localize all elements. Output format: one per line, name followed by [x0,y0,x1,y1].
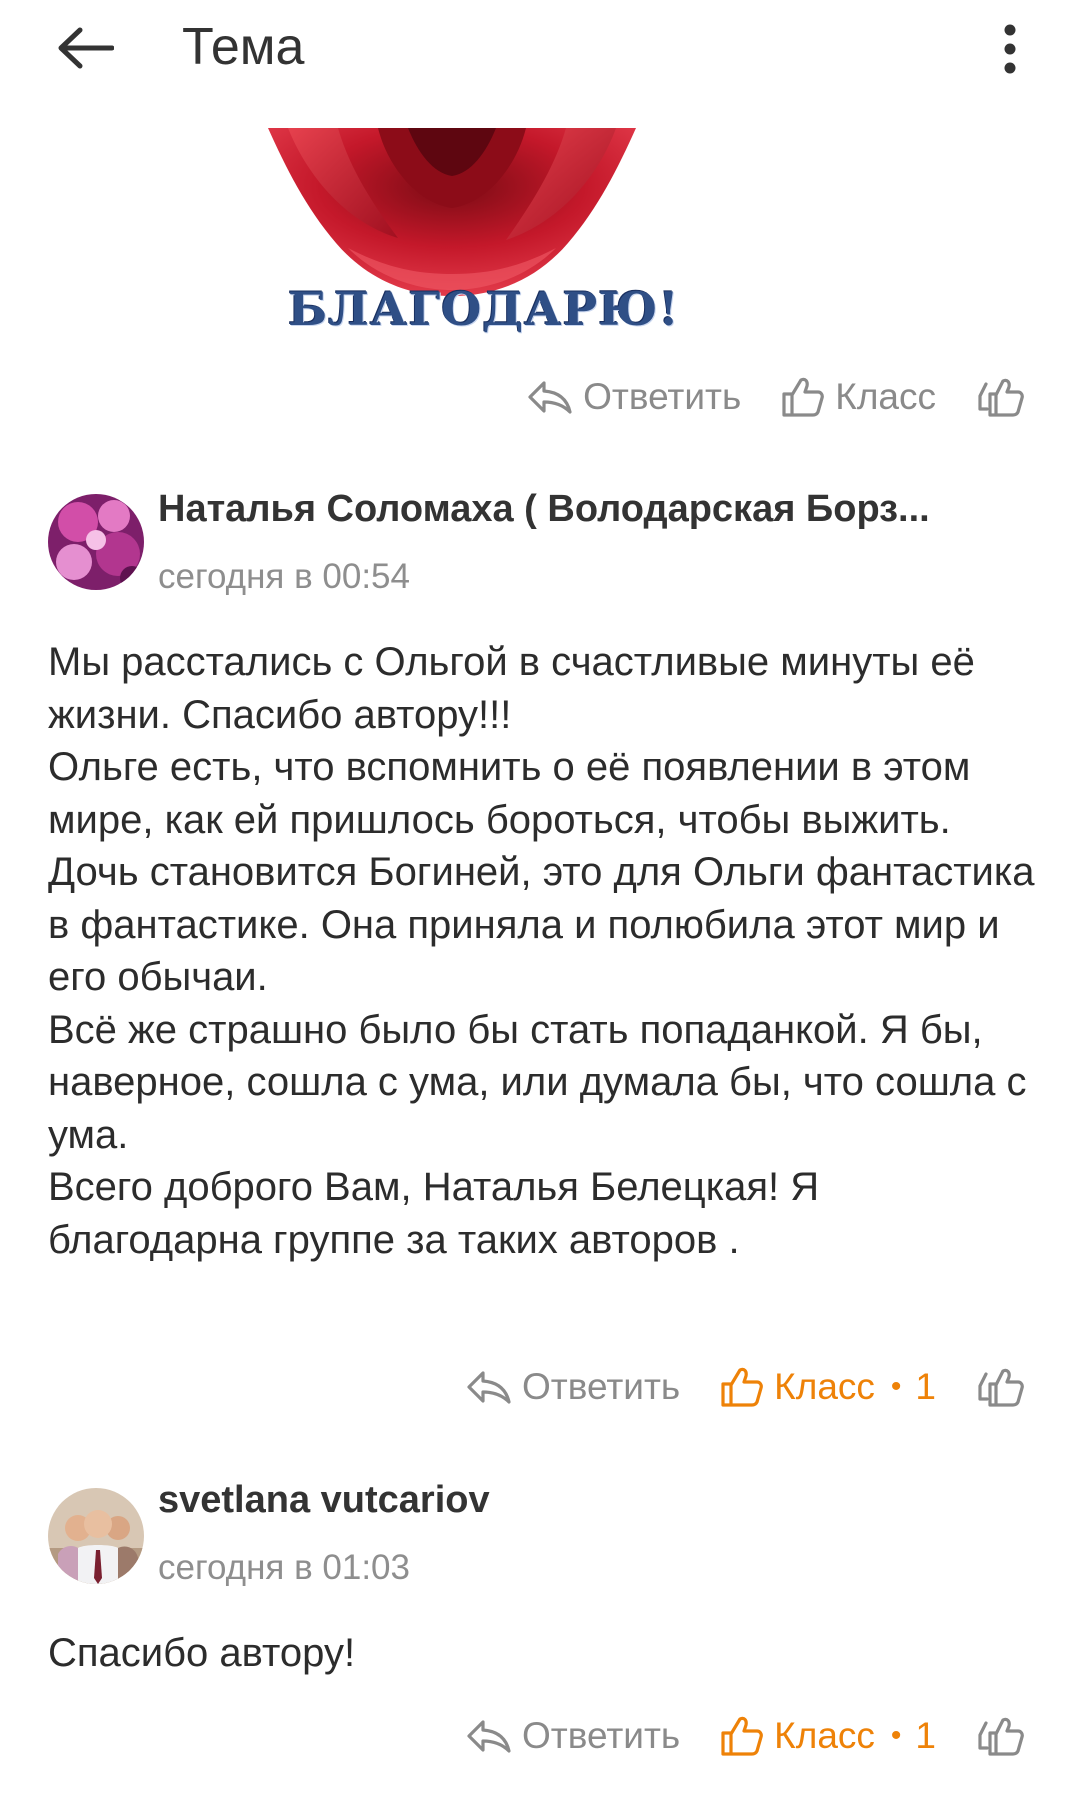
comment-author[interactable]: Наталья Соломаха ( Володарская Борз... [158,485,1028,533]
comment-author[interactable]: svetlana vutcariov [158,1476,1028,1524]
reply-icon [467,1371,511,1404]
group-like-button[interactable] [976,1715,1024,1757]
separator-dot: • [890,1370,902,1403]
comment-text: Спасибо автору! [48,1631,356,1675]
thumbs-up-icon [721,1367,764,1407]
klass-button[interactable]: Класс • 1 [720,1715,936,1757]
double-thumbs-up-icon [978,1717,1024,1756]
comment-actions: Ответить Класс • 1 [466,1710,1024,1762]
thumbs-up-icon [782,377,825,417]
double-thumbs-up-icon [978,1368,1024,1407]
rose-caption: БЛАГОДАРЮ! [288,282,680,336]
klass-count: 1 [915,1366,936,1407]
reply-icon [528,381,572,414]
comment-actions: Ответить Класс • 1 [466,1361,1024,1413]
double-thumbs-up-icon [978,378,1024,417]
comment-text: Мы расстались с Ольгой в счастливые мину… [48,640,1035,1262]
top-app-bar: Тема [0,0,1080,96]
reply-button[interactable]: Ответить [527,376,741,418]
arrow-left-icon [58,27,114,69]
thumbs-up-icon [721,1716,764,1756]
separator-dot: • [890,1719,902,1752]
back-button[interactable] [50,18,120,78]
page-title: Тема [182,18,305,76]
more-vertical-icon [1004,24,1016,74]
reply-button[interactable]: Ответить [466,1715,680,1757]
klass-label: Класс [835,376,936,417]
reply-button[interactable]: Ответить [466,1366,680,1408]
klass-label: Класс [774,1715,875,1756]
reply-label: Ответить [583,376,742,417]
more-options-button[interactable] [990,14,1030,84]
avatar[interactable] [48,1488,144,1584]
group-like-button[interactable] [976,1366,1024,1408]
avatar[interactable] [48,494,144,590]
avatar-flowers-image [48,494,144,590]
comment-time: сегодня в 00:54 [158,557,410,596]
reply-label: Ответить [522,1366,681,1407]
klass-button[interactable]: Класс • 1 [720,1366,936,1408]
klass-count: 1 [915,1715,936,1756]
klass-button[interactable]: Класс [781,376,936,418]
group-like-button[interactable] [976,376,1024,418]
klass-label: Класс [774,1366,875,1407]
comment-time: сегодня в 01:03 [158,1548,410,1587]
reply-label: Ответить [522,1715,681,1756]
reply-icon [467,1720,511,1753]
avatar-photo-image [48,1488,144,1584]
thank-you-rose-image: БЛАГОДАРЮ! [268,128,680,338]
image-post-actions: Ответить Класс [527,371,1024,423]
